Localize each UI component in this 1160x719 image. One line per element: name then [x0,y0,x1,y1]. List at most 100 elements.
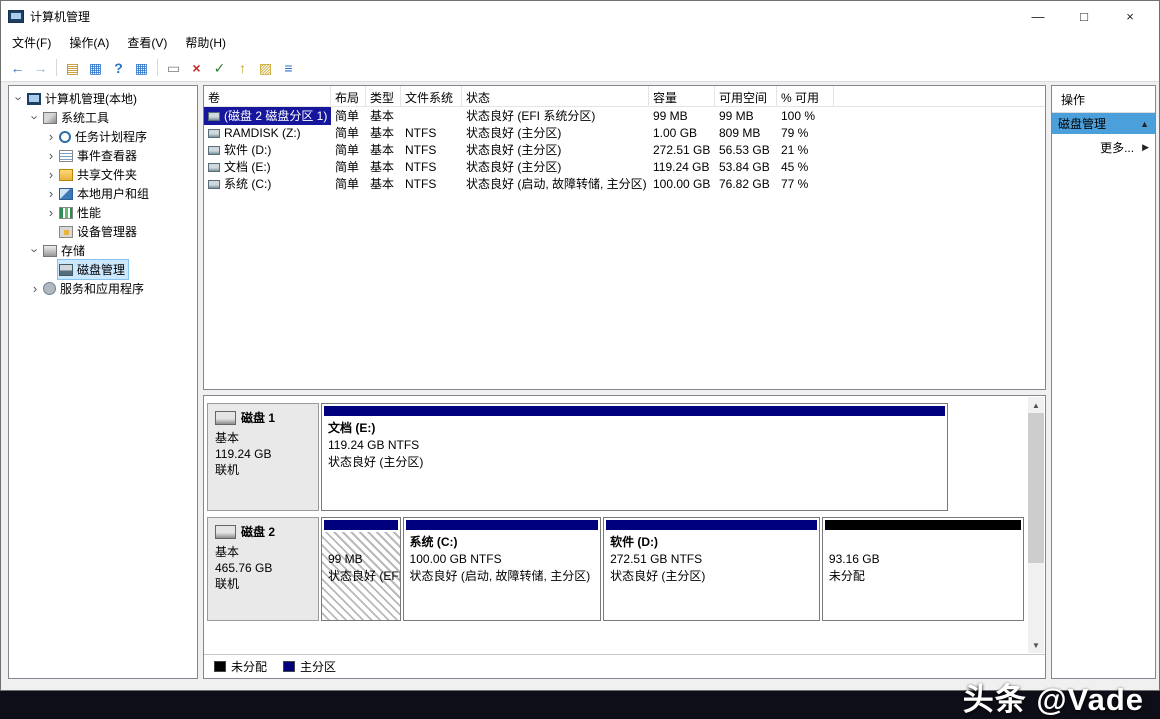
folder-up-button[interactable]: ↑ [231,56,254,79]
partition[interactable]: 93.16 GB未分配 [822,517,1024,621]
volume-icon [208,146,220,155]
console-tree-button[interactable]: ▦ [84,56,107,79]
column-header-type[interactable]: 类型 [366,86,401,106]
disk-name: 磁盘 2 [215,523,311,540]
tree-item-device-manager[interactable]: 设备管理器 [9,222,197,241]
column-header-capacity[interactable]: 容量 [649,86,715,106]
disk-management-action-group[interactable]: 磁盘管理 ▲ [1052,113,1155,134]
volume-row[interactable]: 文档 (E:)简单基本NTFS状态良好 (主分区)119.24 GB53.84 … [204,158,1045,175]
legend: 未分配主分区 [204,654,1045,678]
column-header-status[interactable]: 状态 [462,86,649,106]
tree-item-label: 共享文件夹 [73,166,137,183]
vertical-scrollbar[interactable]: ▲ ▼ [1028,397,1044,653]
disk-icon [59,264,73,276]
partition[interactable]: 软件 (D:)272.51 GB NTFS状态良好 (主分区) [603,517,820,621]
volume-icon [208,112,220,121]
column-header-volume[interactable]: 卷 [204,86,331,106]
folder-up-icon: ↑ [239,61,246,75]
cell-type: 基本 [366,174,401,193]
expander-icon[interactable]: › [44,187,58,200]
maximize-icon: □ [1080,9,1088,24]
mark-active-button[interactable]: ✓ [208,56,231,79]
tree-node: 计算机管理(本地) [26,89,140,108]
tree-item-shared-folders[interactable]: › 共享文件夹 [9,165,197,184]
partition-type-bar [324,406,945,416]
tree-item-label: 存储 [57,242,85,259]
delete-icon: × [192,61,200,75]
tree-item-event-viewer[interactable]: ›事件查看器 [9,146,197,165]
disk-status: 联机 [215,462,311,478]
delete-volume-button[interactable]: × [185,56,208,79]
column-header-pct-free[interactable]: % 可用 [777,86,834,106]
tree-node: 本地用户和组 [58,184,152,203]
action-group-label: 磁盘管理 [1058,115,1140,132]
tree-item-services-apps[interactable]: ›服务和应用程序 [9,279,197,298]
expander-icon[interactable]: › [44,149,58,162]
disk-header[interactable]: 磁盘 2基本465.76 GB联机 [207,517,319,621]
tree-item-task-scheduler[interactable]: ›任务计划程序 [9,127,197,146]
partition-line: 文档 (E:) [328,420,941,437]
disk-header[interactable]: 磁盘 1基本119.24 GB联机 [207,403,319,511]
properties-button[interactable]: ▦ [130,56,153,79]
volume-row[interactable]: (磁盘 2 磁盘分区 1)简单基本状态良好 (EFI 系统分区)99 MB99 … [204,107,1045,124]
more-actions-item[interactable]: 更多... ▶ [1052,134,1155,161]
cell-layout: 简单 [331,174,366,193]
window-title: 计算机管理 [30,8,90,25]
expander-icon[interactable]: › [29,244,42,258]
maximize-button[interactable]: □ [1061,1,1107,31]
volume-row[interactable]: 软件 (D:)简单基本NTFS状态良好 (主分区)272.51 GB56.53 … [204,141,1045,158]
export-list-button[interactable]: ▤ [61,56,84,79]
tree-item-performance[interactable]: ›性能 [9,203,197,222]
settings-button[interactable]: ≡ [277,56,300,79]
help-button[interactable]: ? [107,56,130,79]
scroll-up-button[interactable]: ▲ [1028,397,1044,413]
cell-pct-free: 21 % [777,142,834,158]
folder-button[interactable]: ▨ [254,56,277,79]
back-button[interactable]: ← [6,56,29,79]
column-header-filesystem[interactable]: 文件系统 [401,86,462,106]
cell-volume: 系统 (C:) [204,174,331,193]
volume-row[interactable]: 系统 (C:)简单基本NTFS状态良好 (启动, 故障转储, 主分区)100.0… [204,175,1045,192]
column-header-free[interactable]: 可用空间 [715,86,777,106]
tree-item-label: 计算机管理(本地) [41,90,137,107]
expander-icon[interactable]: › [13,92,26,106]
partition[interactable]: 系统 (C:)100.00 GB NTFS状态良好 (启动, 故障转储, 主分区… [403,517,602,621]
menu-help[interactable]: 帮助(H) [176,30,235,55]
tree-item-system-tools[interactable]: ›系统工具 [9,108,197,127]
expander-icon[interactable]: › [44,168,58,181]
expander-icon[interactable]: › [28,282,42,295]
tree-item-storage[interactable]: › 存储 [9,241,197,260]
volume-name: 软件 (D:) [224,143,271,157]
tree-item-disk-management[interactable]: 磁盘管理 [9,260,197,279]
partition-line: 100.00 GB NTFS [410,551,595,568]
minimize-button[interactable]: — [1015,1,1061,31]
disk-size: 119.24 GB [215,446,311,462]
screentip-button[interactable]: ▭ [162,56,185,79]
cell-capacity: 272.51 GB [649,142,715,158]
main-area: ›计算机管理(本地)›系统工具›任务计划程序›事件查看器›共享文件夹›本地用户和… [1,82,1159,682]
menu-action[interactable]: 操作(A) [60,30,118,55]
more-actions-label: 更多... [1100,139,1134,156]
tree-item-computer-management[interactable]: › 计算机管理(本地) [9,89,197,108]
forward-button[interactable]: → [29,56,52,79]
expander-icon[interactable]: › [44,206,58,219]
scroll-down-button[interactable]: ▼ [1028,637,1044,653]
expander-icon[interactable]: › [44,130,58,143]
expander-icon[interactable]: › [29,111,42,125]
scroll-thumb[interactable] [1028,413,1044,563]
column-header-layout[interactable]: 布局 [331,86,366,106]
menu-file[interactable]: 文件(F) [3,30,60,55]
partition[interactable]: 文档 (E:)119.24 GB NTFS状态良好 (主分区) [321,403,948,511]
services-icon [43,282,56,295]
tree-item-local-users-groups[interactable]: ›本地用户和组 [9,184,197,203]
partition-line: 状态良好 (启动, 故障转储, 主分区) [410,568,595,585]
volume-row[interactable]: RAMDISK (Z:)简单基本NTFS状态良好 (主分区)1.00 GB809… [204,124,1045,141]
close-button[interactable]: × [1107,1,1153,31]
partition-info: 系统 (C:)100.00 GB NTFS状态良好 (启动, 故障转储, 主分区… [404,532,601,620]
menu-view[interactable]: 查看(V) [118,30,176,55]
column-header-filler [834,86,1045,106]
disk-name-text: 磁盘 2 [241,523,275,540]
tree-node: 共享文件夹 [58,165,140,184]
legend-swatch [214,661,226,672]
partition[interactable]: 99 MB状态良好 (EFI 系统分区) [321,517,401,621]
